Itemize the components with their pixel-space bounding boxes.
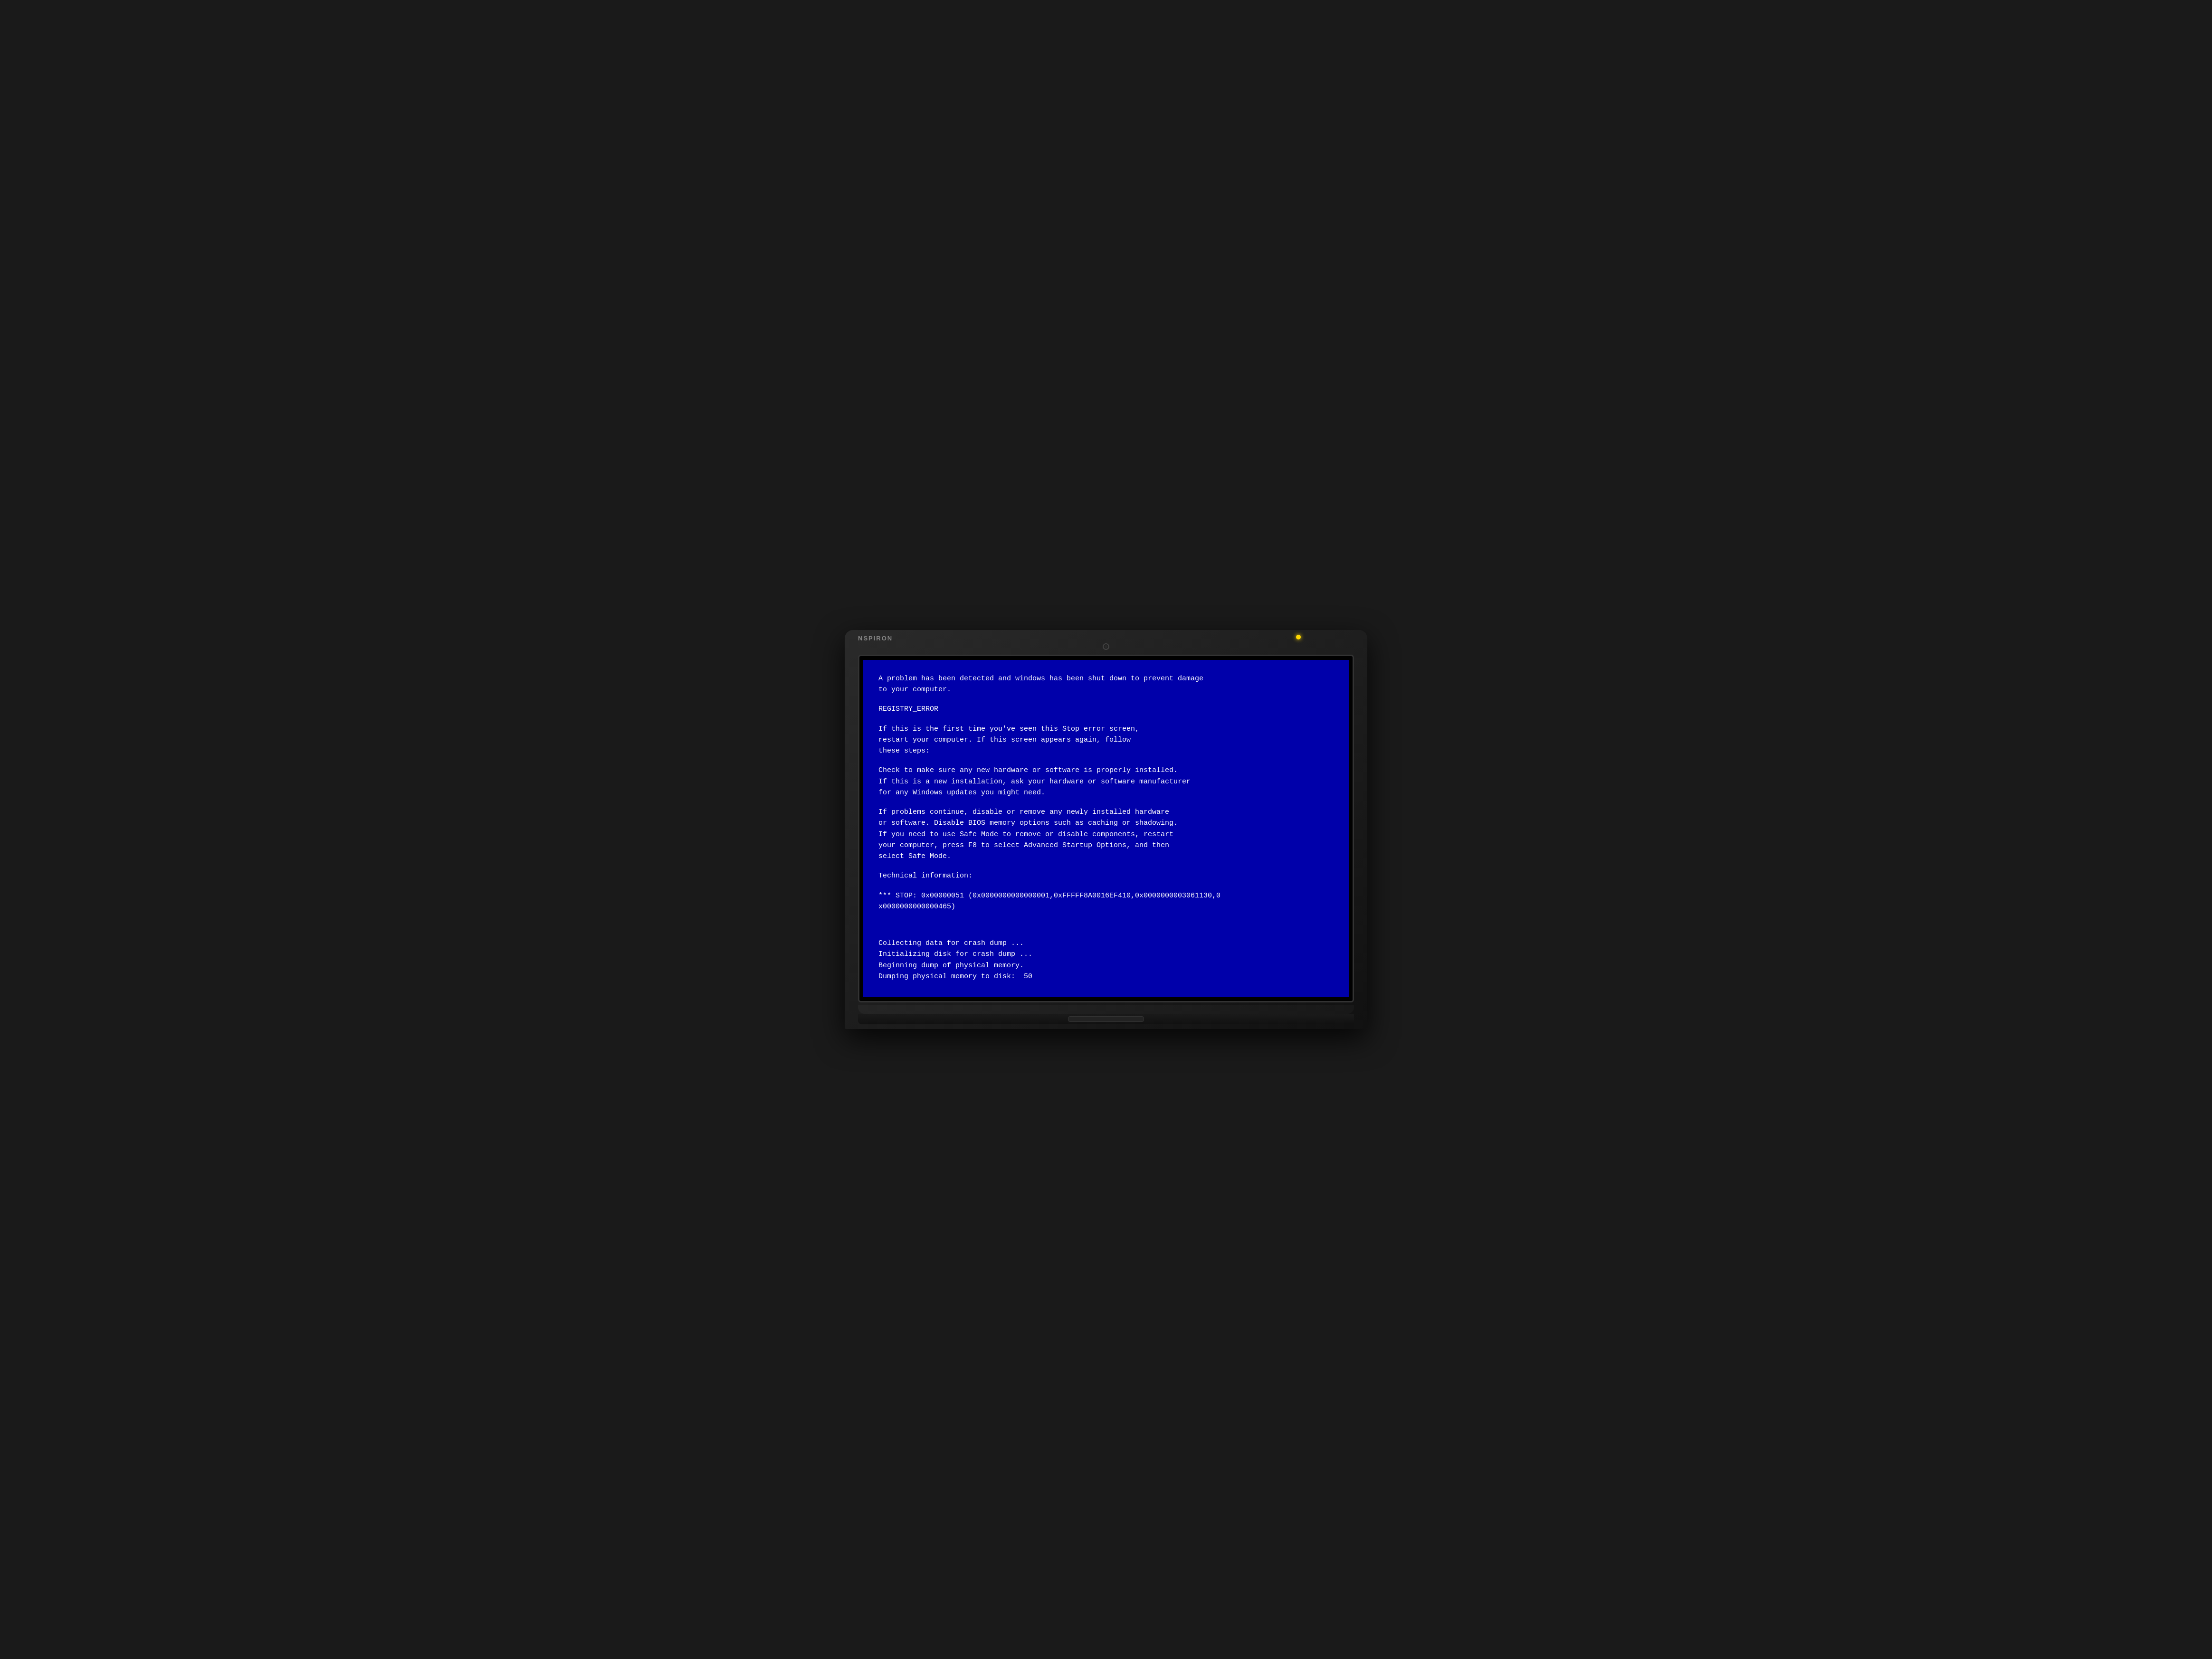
bsod-line-21: *** STOP: 0x00000051 (0x0000000000000001… <box>878 890 1334 901</box>
bsod-line-7: these steps: <box>878 745 1334 756</box>
bsod-line-10: If this is a new installation, ask your … <box>878 776 1334 787</box>
webcam <box>1103 643 1109 650</box>
laptop-frame: NSPIRON A problem has been detected and … <box>845 630 1367 1029</box>
bsod-line-8 <box>878 756 1334 765</box>
bsod-line-19: Technical information: <box>878 870 1334 881</box>
bsod-line-24 <box>878 921 1334 929</box>
bsod-line-14: or software. Disable BIOS memory options… <box>878 818 1334 829</box>
bsod-line-6: restart your computer. If this screen ap… <box>878 734 1334 745</box>
touchpad <box>1068 1016 1144 1022</box>
bsod-line-1: to your computer. <box>878 684 1334 695</box>
bsod-line-26: Collecting data for crash dump ... <box>878 938 1334 949</box>
bsod-line-28: Beginning dump of physical memory. <box>878 960 1334 971</box>
power-indicator-light <box>1296 635 1301 639</box>
bsod-line-25 <box>878 929 1334 938</box>
bsod-line-23 <box>878 912 1334 921</box>
laptop-bottom-bezel <box>858 1005 1354 1014</box>
bsod-line-2 <box>878 695 1334 704</box>
bsod-line-9: Check to make sure any new hardware or s… <box>878 765 1334 776</box>
laptop-base <box>858 1014 1354 1024</box>
bsod-line-12 <box>878 798 1334 807</box>
bsod-line-16: your computer, press F8 to select Advanc… <box>878 840 1334 851</box>
bsod-line-20 <box>878 882 1334 890</box>
bsod-line-29: Dumping physical memory to disk: 50 <box>878 971 1334 982</box>
bsod-line-4 <box>878 715 1334 724</box>
screen-bezel: A problem has been detected and windows … <box>858 655 1354 1002</box>
bsod-line-22: x0000000000000465) <box>878 901 1334 912</box>
bsod-line-5: If this is the first time you've seen th… <box>878 724 1334 734</box>
bsod-line-27: Initializing disk for crash dump ... <box>878 949 1334 960</box>
laptop-brand-label: NSPIRON <box>858 635 893 642</box>
bsod-line-15: If you need to use Safe Mode to remove o… <box>878 829 1334 840</box>
bsod-line-18 <box>878 862 1334 870</box>
bsod-line-13: If problems continue, disable or remove … <box>878 807 1334 818</box>
bsod-line-0: A problem has been detected and windows … <box>878 673 1334 684</box>
bsod-screen: A problem has been detected and windows … <box>863 660 1349 997</box>
bsod-line-3: REGISTRY_ERROR <box>878 704 1334 715</box>
bsod-line-11: for any Windows updates you might need. <box>878 787 1334 798</box>
bsod-line-17: select Safe Mode. <box>878 851 1334 862</box>
